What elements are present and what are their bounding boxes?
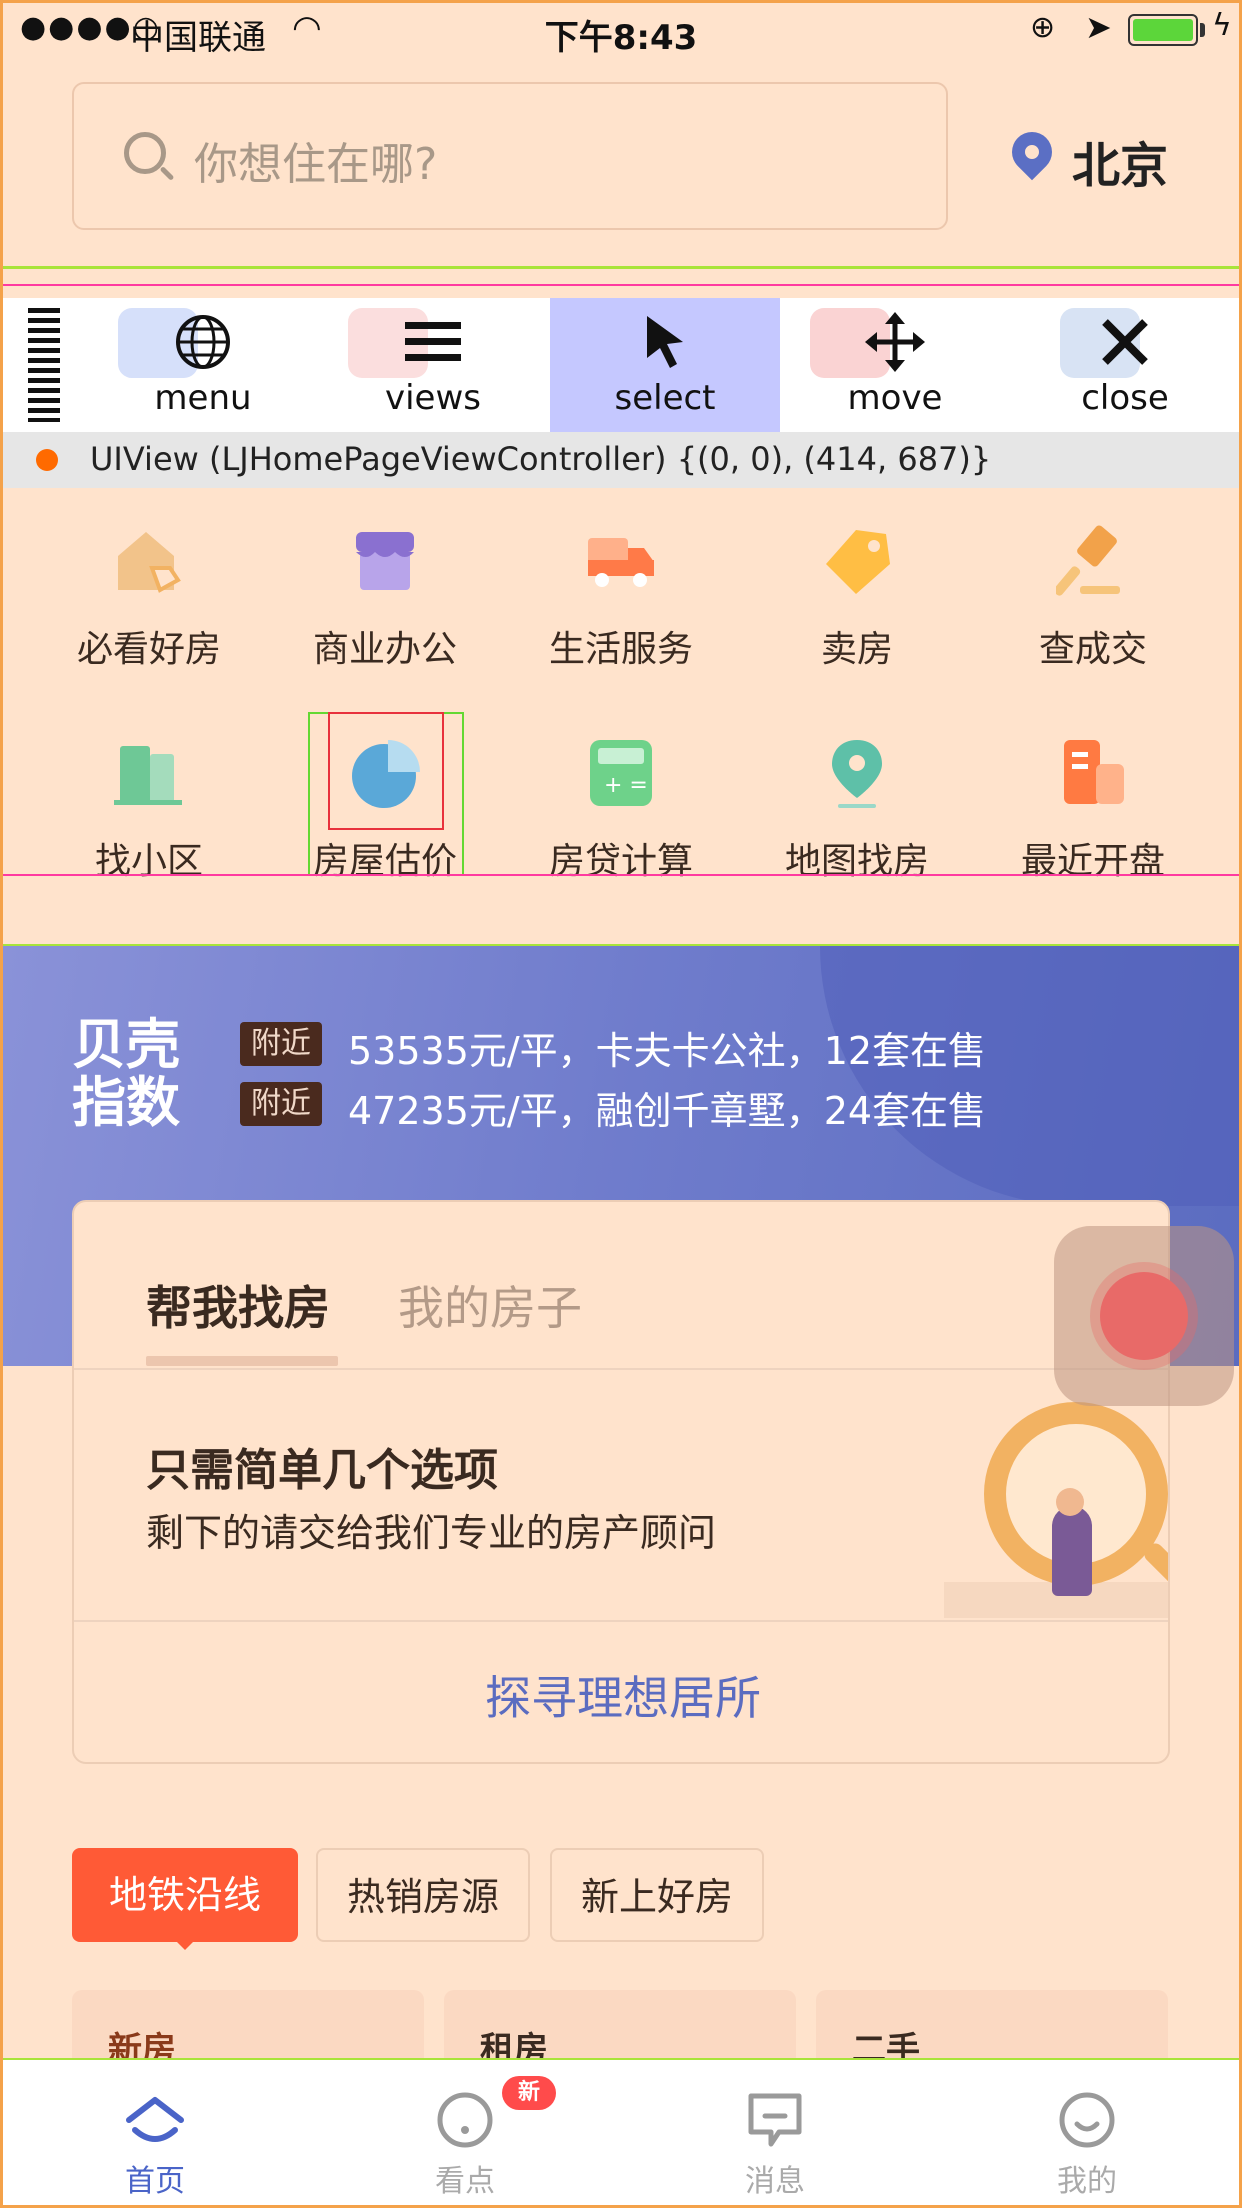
eye-circle-icon: [437, 2092, 493, 2148]
flex-toolbar: menu views select move close: [0, 298, 1242, 432]
clock: 下午8:43: [544, 18, 698, 58]
divider: [74, 1368, 1168, 1370]
gavel-icon: [1056, 525, 1120, 596]
tab-label: 首页: [125, 2164, 185, 2199]
cursor-icon: [550, 298, 780, 378]
tab-label: 看点: [435, 2164, 495, 2199]
battery-icon: [1128, 14, 1198, 46]
grid-item-life-services[interactable]: 生活服务: [504, 524, 738, 704]
grid-item-transactions[interactable]: 查成交: [976, 524, 1210, 704]
grid-item-map-search[interactable]: 地图找房: [740, 736, 974, 916]
grid-item-label: 找小区: [94, 841, 203, 882]
tool-label: move: [847, 378, 943, 418]
tool-views[interactable]: views: [318, 298, 548, 432]
tab-bar: 首页 看点 消息 我的: [0, 2060, 1242, 2208]
nearby-tag: 附近: [240, 1022, 322, 1066]
chip-hot-listings[interactable]: 热销房源: [316, 1848, 530, 1942]
grid-item-label: 必看好房: [76, 629, 221, 670]
debug-guide-line: [0, 266, 1242, 269]
assistive-touch-button[interactable]: [1054, 1226, 1234, 1406]
tool-label: menu: [154, 378, 252, 418]
status-bar: ●●●●○ 中国联通 ◠ 下午8:43 ⊕ ➤ ϟ: [0, 0, 1242, 62]
hamburger-icon: [318, 298, 548, 378]
grid-item-label: 房贷计算: [548, 841, 693, 882]
tool-label: views: [384, 378, 481, 418]
card-headline: 只需简单几个选项: [146, 1445, 498, 1496]
truck-icon: [588, 538, 654, 587]
tool-label: close: [1081, 378, 1169, 418]
tab-discover[interactable]: 看点: [310, 2060, 620, 2208]
view-info-bar[interactable]: UIView (LJHomePageViewController) {(0, 0…: [0, 432, 1242, 488]
grid-item-label: 最近开盘: [1020, 841, 1165, 882]
tab-help-find-house[interactable]: 帮我找房: [146, 1272, 330, 1338]
index-line: 47235元/平，融创千章墅，24套在售: [348, 1089, 987, 1133]
battery-cap: [1200, 23, 1205, 37]
calculator-icon: + =: [590, 740, 652, 806]
toolbar-drag-handle[interactable]: [28, 308, 60, 422]
tab-profile[interactable]: 我的: [932, 2060, 1242, 2208]
tool-move[interactable]: move: [780, 298, 1010, 432]
tool-menu[interactable]: menu: [88, 298, 318, 432]
grid-item-sell-house[interactable]: 卖房: [740, 524, 974, 704]
location-arrow-icon: ➤: [1085, 8, 1112, 46]
charging-icon: ϟ: [1212, 8, 1232, 43]
person-head: [1056, 1488, 1084, 1516]
chip-new-listings[interactable]: 新上好房: [550, 1848, 764, 1942]
building-icon: [1064, 740, 1124, 804]
tab-messages[interactable]: 消息: [620, 2060, 930, 2208]
tool-select[interactable]: select: [550, 298, 780, 432]
grid-item-mortgage-calc[interactable]: + = 房贷计算: [504, 736, 738, 916]
grid-item-label: 查成交: [1038, 629, 1147, 670]
close-icon: [1010, 298, 1240, 378]
tab-label: 消息: [745, 2164, 805, 2199]
divider: [74, 1620, 1168, 1622]
message-icon: [748, 2093, 802, 2147]
grid-item-label: 地图找房: [784, 841, 929, 882]
search-icon: [124, 132, 166, 174]
svg-text:+ =: + =: [604, 773, 648, 798]
globe-icon: [88, 298, 318, 378]
buildings-icon: [114, 746, 182, 805]
orientation-lock-icon: ⊕: [1030, 10, 1056, 45]
chip-subway[interactable]: 地铁沿线: [72, 1848, 298, 1950]
tab-home[interactable]: 首页: [0, 2060, 310, 2208]
search-input[interactable]: 你想住在哪?: [72, 82, 948, 230]
grid-item-new-openings[interactable]: 最近开盘: [976, 736, 1210, 916]
view-description: UIView (LJHomePageViewController) {(0, 0…: [90, 440, 992, 478]
grid-item-must-see[interactable]: 必看好房: [32, 524, 266, 704]
house-icon: [118, 532, 181, 593]
explore-button[interactable]: 探寻理想居所: [74, 1662, 1168, 1728]
map-pin-icon: [832, 740, 882, 808]
new-badge: 新: [502, 2076, 556, 2110]
tag-icon: [826, 530, 890, 594]
grid-item-commercial[interactable]: 商业办公: [268, 524, 502, 704]
tab-label: 我的: [1057, 2164, 1117, 2199]
view-color-dot: [36, 449, 58, 471]
tool-label: select: [614, 378, 716, 418]
move-arrows-icon: [780, 298, 1010, 378]
smile-icon: [1059, 2092, 1115, 2148]
tab-my-house[interactable]: 我的房子: [398, 1272, 582, 1338]
debug-guide-line: [0, 874, 1242, 876]
nearby-tag: 附近: [240, 1082, 322, 1126]
house-finder-card: 帮我找房 我的房子 只需简单几个选项 剩下的请交给我们专业的房产顾问 探寻理想居…: [72, 1200, 1170, 1764]
grid-item-label: 商业办公: [312, 629, 457, 670]
location-pin-icon[interactable]: [1003, 123, 1061, 181]
index-title: 贝壳指数: [72, 1013, 180, 1134]
grid-item-label: 卖房: [820, 629, 893, 670]
debug-guide-line: [0, 284, 1242, 286]
active-tab-indicator: [146, 1356, 338, 1366]
card-subtitle: 剩下的请交给我们专业的房产顾问: [146, 1511, 717, 1555]
person-illustration: [1052, 1506, 1092, 1596]
index-line: 53535元/平，卡夫卡公社，12套在售: [348, 1029, 987, 1073]
grid-item-label: 生活服务: [548, 629, 693, 670]
grid-item-find-community[interactable]: 找小区: [32, 736, 266, 916]
shop-icon: [356, 532, 414, 590]
city-selector[interactable]: 北京: [1072, 126, 1168, 196]
home-icon: [126, 2097, 184, 2142]
selection-frame-inner: [328, 712, 444, 830]
tool-close[interactable]: close: [1010, 298, 1240, 432]
search-placeholder: 你想住在哪?: [194, 139, 438, 190]
